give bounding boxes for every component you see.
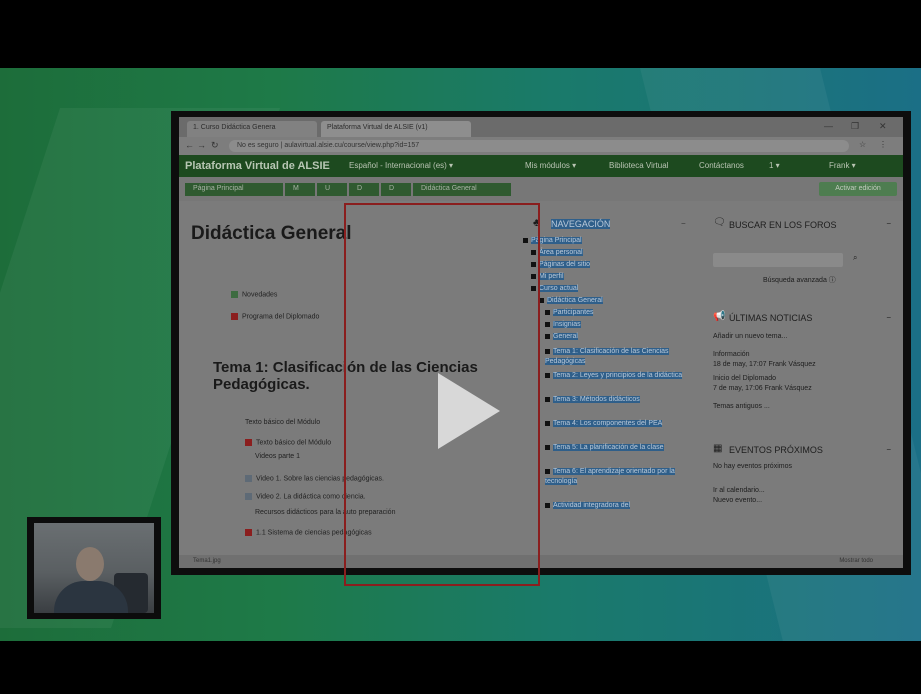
browser-tab[interactable]: 1. Curso Didáctica Genera: [187, 121, 317, 137]
breadcrumb-item[interactable]: M: [285, 183, 315, 196]
advanced-search-link[interactable]: Búsqueda avanzada ⓘ: [763, 275, 836, 285]
video-icon: [245, 493, 252, 500]
search-input[interactable]: [713, 253, 843, 267]
list-item-label: Novedades: [242, 291, 278, 299]
news-item-meta: 7 de may, 17:06 Frank Vásquez: [713, 385, 812, 392]
language-menu[interactable]: Español - Internacional (es) ▾: [349, 161, 453, 170]
tab-bar: 1. Curso Didáctica Genera Plataforma Vir…: [179, 117, 903, 137]
reload-icon[interactable]: ↻: [211, 140, 219, 151]
search-icon[interactable]: ⌕: [853, 253, 857, 263]
monitor-screen: 1. Curso Didáctica Genera Plataforma Vir…: [171, 111, 911, 575]
navigation-block: ♣ NAVEGACIÓN − Página Principal Área per…: [513, 201, 703, 558]
news-item-meta: 18 de may, 17:07 Frank Vásquez: [713, 361, 816, 368]
page-title: Didáctica General: [191, 223, 352, 244]
navigation-title: NAVEGACIÓN: [551, 219, 611, 229]
address-input[interactable]: No es seguro | aulavirtual.alsie.cu/cour…: [229, 140, 849, 152]
tree-item[interactable]: Tema 5: La planificación de la clase: [545, 443, 685, 453]
tree-item[interactable]: Tema 6: El aprendizaje orientado por la …: [545, 467, 685, 487]
download-file[interactable]: Tema1.jpg: [193, 558, 221, 564]
news-item-title[interactable]: Información: [713, 351, 750, 358]
older-topics-link[interactable]: Temas antiguos ...: [713, 403, 770, 410]
tree-item[interactable]: Insignias: [545, 321, 581, 328]
news-item-title[interactable]: Inicio del Diplomado: [713, 375, 776, 382]
upcoming-events-title: EVENTOS PRÓXIMOS: [729, 445, 823, 455]
list-item[interactable]: Texto básico del Módulo: [245, 439, 331, 446]
pdf-icon: [231, 313, 238, 320]
video-icon: [245, 475, 252, 482]
megaphone-icon: 📢: [713, 311, 726, 322]
tree-item[interactable]: Actividad integradora del: [545, 501, 685, 511]
menu-icon[interactable]: ⋮: [879, 140, 887, 149]
messages-menu[interactable]: 1 ▾: [769, 161, 780, 170]
forum-search-icon: 🗨: [713, 217, 726, 228]
breadcrumb-item[interactable]: U: [317, 183, 347, 196]
presenter-head: [76, 547, 104, 581]
browser-window: 1. Curso Didáctica Genera Plataforma Vir…: [179, 117, 903, 568]
list-item: Texto básico del Módulo: [245, 419, 321, 426]
star-icon[interactable]: ☆: [859, 140, 866, 149]
breadcrumb-item[interactable]: Página Principal: [185, 183, 283, 196]
show-all-link[interactable]: Mostrar todo: [839, 558, 873, 564]
no-events-text: No hay eventos próximos: [713, 463, 792, 470]
site-navbar: Plataforma Virtual de ALSIE Español - In…: [179, 155, 903, 177]
tree-item[interactable]: Didáctica General: [539, 297, 603, 304]
back-icon[interactable]: ←: [185, 140, 194, 150]
search-forums-title: BUSCAR EN LOS FOROS: [729, 220, 837, 230]
add-topic-link[interactable]: Añadir un nuevo tema...: [713, 333, 787, 340]
user-menu[interactable]: Frank ▾: [829, 161, 856, 170]
tree-item[interactable]: Tema 1: Clasificación de las Ciencias Pe…: [545, 347, 685, 367]
list-item-label: Programa del Diplomado: [242, 313, 320, 321]
maximize-icon[interactable]: ❐: [851, 121, 859, 132]
virtual-library-link[interactable]: Biblioteca Virtual: [609, 161, 668, 170]
activate-edit-button[interactable]: Activar edición: [819, 182, 897, 196]
letterbox-top: [0, 0, 921, 68]
pdf-icon: [245, 439, 252, 446]
tree-item[interactable]: Tema 4: Los componentes del PEA: [545, 419, 685, 429]
address-bar-row: ← → ↻ No es seguro | aulavirtual.alsie.c…: [179, 137, 903, 155]
list-item[interactable]: Novedades: [231, 291, 277, 298]
calendar-link[interactable]: Ir al calendario...: [713, 487, 765, 494]
breadcrumb: Página Principal M U D D Didáctica Gener…: [179, 177, 903, 201]
breadcrumb-item[interactable]: D: [381, 183, 411, 196]
tree-item[interactable]: Participantes: [545, 309, 594, 316]
forum-icon: [231, 291, 238, 298]
right-sidebar: 🗨 BUSCAR EN LOS FOROS − ⌕ Búsqueda avanz…: [703, 201, 903, 558]
close-icon[interactable]: ✕: [879, 121, 887, 132]
letterbox-bottom: [0, 641, 921, 694]
new-event-link[interactable]: Nuevo evento...: [713, 497, 762, 504]
pdf-icon: [245, 529, 252, 536]
calendar-icon: ▦: [713, 443, 723, 454]
breadcrumb-item[interactable]: Didáctica General: [413, 183, 511, 196]
tree-item[interactable]: Tema 2: Leyes y principios de la didácti…: [545, 371, 685, 381]
latest-news-title: ÚLTIMAS NOTICIAS: [729, 313, 813, 323]
collapse-icon[interactable]: −: [681, 219, 686, 228]
forward-icon[interactable]: →: [197, 140, 206, 150]
download-bar: Tema1.jpg Mostrar todo: [179, 555, 903, 568]
webcam-feed: [34, 523, 154, 613]
list-item: Videos parte 1: [255, 453, 301, 460]
site-brand[interactable]: Plataforma Virtual de ALSIE: [185, 160, 330, 172]
breadcrumb-item[interactable]: D: [349, 183, 379, 196]
collapse-icon[interactable]: −: [886, 313, 891, 322]
collapse-icon[interactable]: −: [886, 219, 891, 228]
list-item[interactable]: Programa del Diplomado: [231, 313, 319, 320]
tree-item[interactable]: Tema 3: Métodos didácticos: [545, 395, 685, 405]
collapse-icon[interactable]: −: [886, 445, 891, 454]
browser-tab-active[interactable]: Plataforma Virtual de ALSIE (v1): [321, 121, 471, 137]
tree-item[interactable]: General: [545, 333, 578, 340]
my-modules-menu[interactable]: Mis módulos ▾: [525, 161, 576, 170]
contact-link[interactable]: Contáctanos: [699, 161, 744, 170]
play-icon[interactable]: [438, 373, 500, 449]
minimize-icon[interactable]: —: [824, 121, 833, 131]
